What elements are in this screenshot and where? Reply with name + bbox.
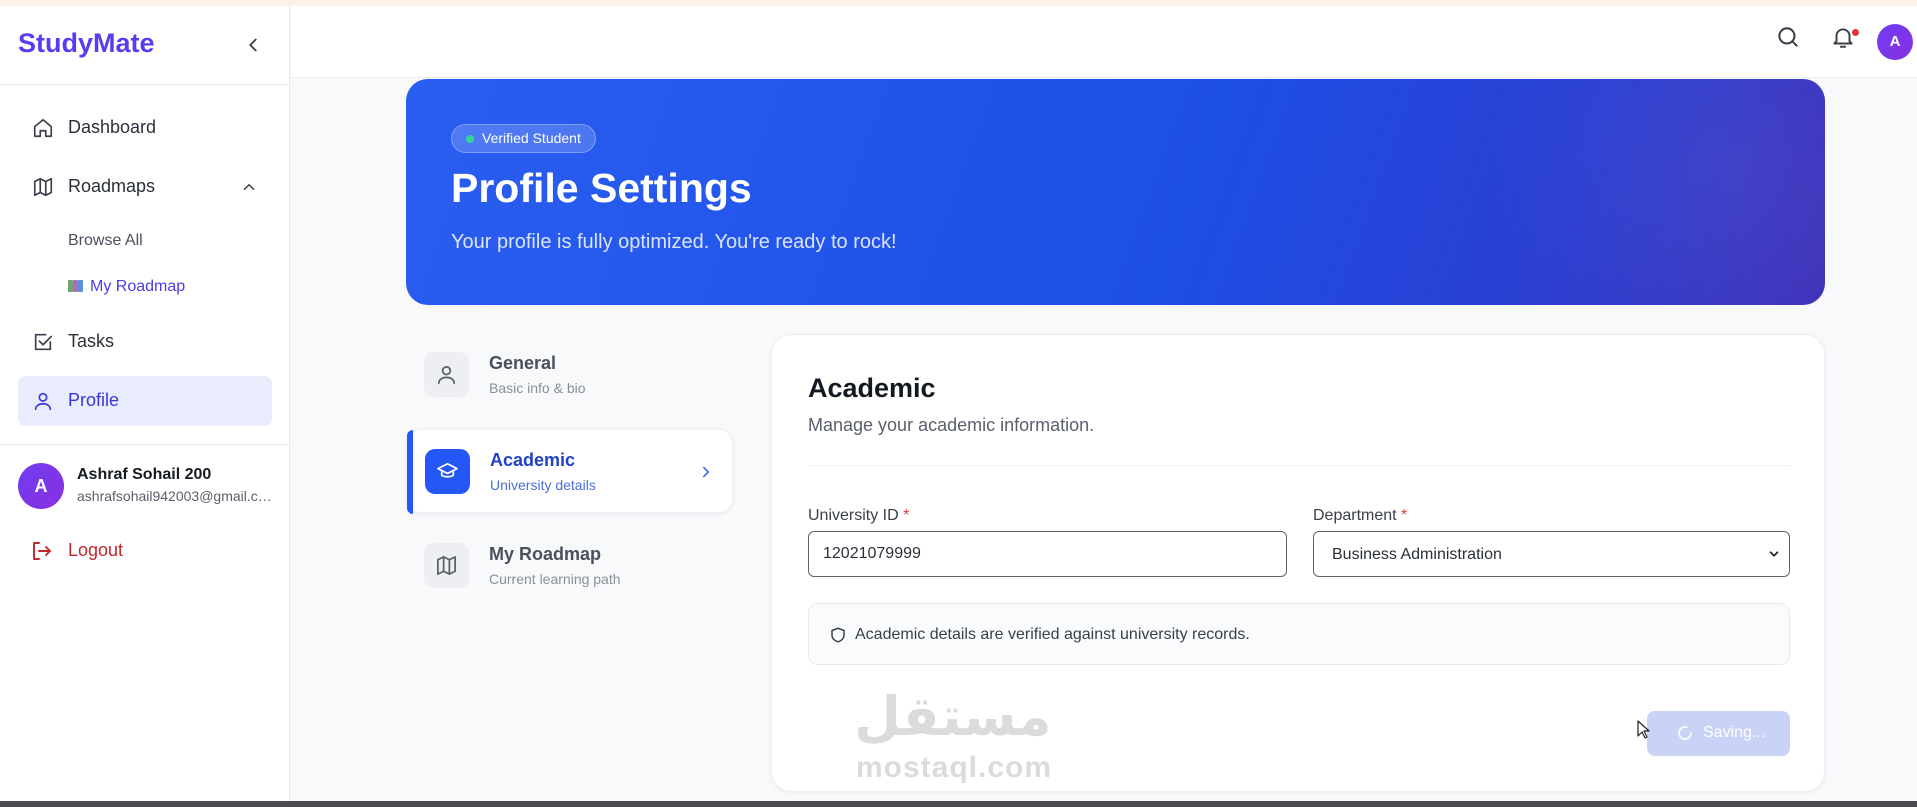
tab-subtitle: University details [490, 477, 596, 493]
academic-form-card: Academic Manage your academic informatio… [771, 334, 1825, 792]
verification-note: Academic details are verified against un… [808, 603, 1790, 665]
sidebar-divider [0, 444, 290, 445]
profile-hero-banner: Verified Student Profile Settings Your p… [406, 79, 1825, 305]
sidebar-header: StudyMate [0, 6, 289, 85]
sidebar-item-tasks[interactable]: Tasks [18, 317, 272, 367]
search-icon [1778, 27, 1798, 47]
watermark-arabic-text: مستقل [854, 685, 1052, 748]
sidebar-subitem-browse-all[interactable]: Browse All [68, 232, 143, 250]
user-avatar[interactable]: A [18, 463, 64, 509]
verified-badge: Verified Student [451, 124, 596, 153]
bottom-strip [0, 801, 1917, 807]
chevron-right-icon [697, 463, 715, 481]
watermark-text: mostaql.com [856, 751, 1053, 784]
top-bar [291, 6, 1917, 78]
tab-my-roadmap[interactable]: My Roadmap Current learning path [406, 524, 733, 608]
verification-note-text: Academic details are verified against un… [855, 626, 1250, 643]
search-button[interactable] [1775, 24, 1801, 50]
tab-title: My Roadmap [489, 544, 602, 564]
university-id-input[interactable] [808, 531, 1287, 577]
save-button-label: Saving... [1703, 724, 1766, 741]
sidebar-item-label: Dashboard [68, 117, 157, 137]
home-icon [32, 117, 54, 139]
user-icon [32, 390, 54, 412]
chevron-up-icon[interactable] [240, 178, 258, 196]
tab-subtitle: Current learning path [489, 571, 621, 587]
save-button[interactable]: Saving... [1647, 711, 1790, 756]
chevron-left-icon [249, 38, 257, 52]
books-icon [68, 280, 84, 292]
department-select[interactable]: Business Administration [1313, 531, 1790, 577]
logout-label: Logout [68, 540, 124, 560]
logout-button[interactable]: Logout [30, 536, 190, 566]
page-subtitle: Your profile is fully optimized. You're … [451, 231, 897, 253]
section-title: Academic [808, 373, 936, 403]
section-divider [808, 465, 1790, 466]
graduation-cap-icon [425, 449, 470, 494]
logout-icon [30, 539, 54, 563]
verified-dot-icon [466, 135, 474, 143]
sidebar-subitem-my-roadmap[interactable]: My Roadmap [68, 278, 185, 296]
sidebar-subitem-label: My Roadmap [90, 278, 186, 295]
verified-badge-label: Verified Student [482, 130, 581, 146]
notification-badge [1851, 28, 1860, 37]
sidebar-item-roadmaps[interactable]: Roadmaps [18, 162, 272, 212]
user-icon [424, 352, 469, 397]
collapse-sidebar-button[interactable] [242, 34, 264, 56]
user-email: ashrafsohail942003@gmail.com [77, 488, 277, 504]
tab-general[interactable]: General Basic info & bio [406, 333, 733, 417]
watermark-logo: مستقل mostaql.com [854, 685, 1084, 785]
sidebar-item-dashboard[interactable]: Dashboard [18, 103, 272, 153]
tab-title: General [489, 353, 557, 373]
page-title: Profile Settings [451, 165, 752, 211]
checkbox-icon [32, 331, 54, 353]
university-id-label: University ID * [808, 507, 910, 524]
map-icon [32, 176, 54, 198]
spinner-icon [1677, 725, 1693, 741]
tab-title: Academic [490, 450, 576, 470]
mouse-cursor-icon [1637, 720, 1651, 740]
department-selected-value: Business Administration [1332, 546, 1502, 563]
section-subtitle: Manage your academic information. [808, 415, 1095, 435]
sidebar-item-label: Profile [68, 390, 120, 410]
user-name: Ashraf Sohail 200 [77, 466, 212, 483]
top-avatar[interactable]: A [1877, 24, 1913, 60]
sidebar-item-label: Roadmaps [68, 176, 156, 196]
department-label: Department * [1313, 507, 1408, 524]
tab-subtitle: Basic info & bio [489, 380, 586, 396]
sidebar-item-profile[interactable]: Profile [18, 376, 272, 426]
sidebar: StudyMate Dashboard Roadmaps Browse All … [0, 6, 290, 801]
sidebar-item-label: Tasks [68, 331, 115, 351]
chevron-down-icon [1767, 547, 1781, 561]
map-icon [424, 543, 469, 588]
brand-logo[interactable]: StudyMate [18, 28, 155, 59]
tab-academic[interactable]: Academic University details [406, 429, 733, 514]
shield-icon [829, 626, 847, 644]
